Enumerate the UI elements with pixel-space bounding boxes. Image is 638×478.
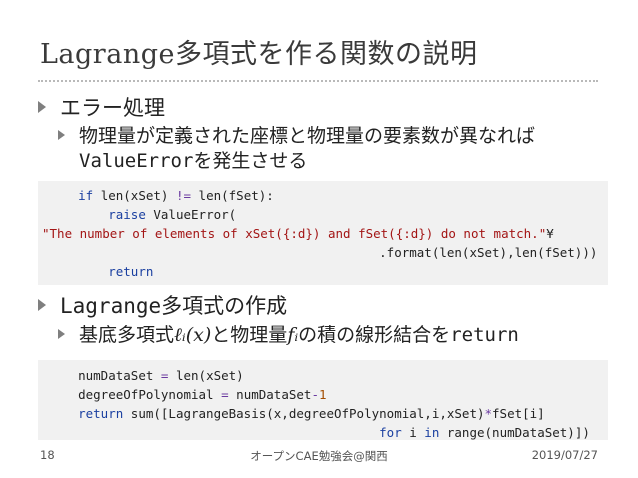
sub-bullet-arrow-icon [58,129,65,140]
code1-line2: raise ValueError( [108,207,237,222]
sub-bullet-linear-combination: 基底多項式ℓᵢ(x)と物理量fᵢの積の線形結合をreturn [58,323,519,347]
physical-quantity-math: fᵢ [287,324,299,346]
sub-bullet-suffix: の積の線形結合を [298,324,451,346]
code2-line4: for i in range(numDataSet)]) [379,425,590,440]
sub-bullet-arrow-icon [58,328,65,339]
bullet-arrow-icon [38,101,46,113]
code1-line5: return [108,264,154,279]
code1-line3: "The number of elements of xSet({:d}) an… [42,226,554,241]
code1-line4: .format(len(xSet),len(fSet))) [379,245,598,260]
bullet-error-handling: エラー処理 [38,92,165,122]
value-error-code: ValueError [79,150,194,172]
sub-bullet-text-line2: を発生させる [193,150,308,172]
footer-date: 2019/07/27 [531,448,598,462]
code-block-lagrange: numDataSet = len(xSet) degreeOfPolynomia… [38,360,608,440]
code-block-error-check: if len(xSet) != len(fSet): raise ValueEr… [38,181,608,285]
sub-bullet-prefix: 基底多項式 [79,324,175,346]
sub-bullet-value-error: 物理量が定義された座標と物理量の要素数が異なれば [58,124,535,148]
sub-bullet-text-line1: 物理量が定義された座標と物理量の要素数が異なれば [79,125,536,147]
bullet-lagrange-label: 多項式の作成 [161,294,288,318]
bullet-lagrange-creation: Lagrange多項式の作成 [38,290,287,320]
lagrange-code-label: Lagrange [60,294,162,318]
code2-line1: numDataSet = len(xSet) [78,368,244,383]
bullet-arrow-icon [38,299,46,311]
bullet-error-handling-label: エラー処理 [60,96,165,120]
basis-polynomial-math: ℓᵢ(x) [174,324,212,346]
code2-line2: degreeOfPolynomial = numDataSet-1 [78,387,327,402]
code1-line1: if len(xSet) != len(fSet): [78,188,274,203]
sub-bullet-value-error-line2: ValueErrorを発生させる [79,149,307,173]
title-divider [38,80,598,82]
code2-line3: return sum([LagrangeBasis(x,degreeOfPoly… [78,406,545,421]
slide-title: Lagrange多項式を作る関数の説明 [40,39,478,70]
return-code: return [450,324,519,346]
sub-bullet-mid: と物理量 [211,324,288,346]
